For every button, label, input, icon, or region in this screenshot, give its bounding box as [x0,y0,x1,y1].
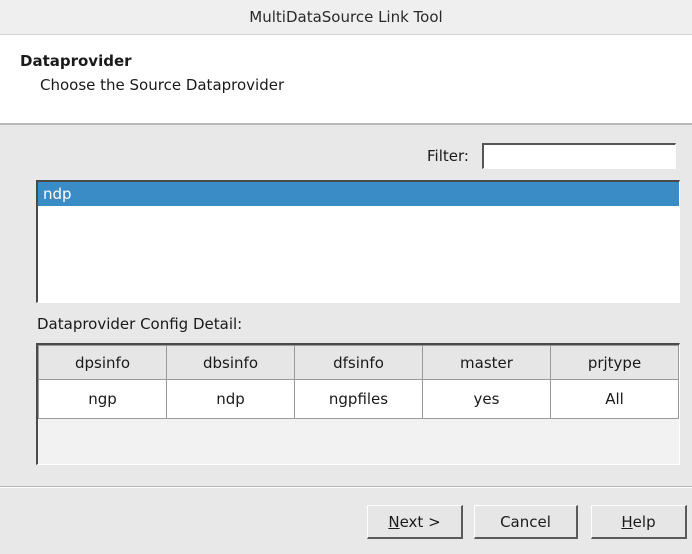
next-label: ext > [399,512,441,531]
page-title: Dataprovider [20,52,132,70]
config-detail-label: Dataprovider Config Detail: [37,315,243,333]
list-item-ndp[interactable]: ndp [38,182,679,206]
table-cell: yes [422,379,551,419]
column-header-dbsinfo[interactable]: dbsinfo [166,345,295,380]
table-cell: ngpfiles [294,379,423,419]
next-mnemonic: N [388,512,400,531]
config-detail-table: dpsinfo dbsinfo dfsinfo master prjtype n… [36,343,680,465]
column-header-prjtype[interactable]: prjtype [550,345,679,380]
filter-input[interactable] [482,143,676,169]
table-cell: ngp [38,379,167,419]
column-header-master[interactable]: master [422,345,551,380]
footer-divider [0,486,692,488]
column-header-dpsinfo[interactable]: dpsinfo [38,345,167,380]
column-header-dfsinfo[interactable]: dfsinfo [294,345,423,380]
wizard-header: Dataprovider Choose the Source Dataprovi… [0,35,692,125]
next-button[interactable]: Next > [367,505,463,539]
window-titlebar: MultiDataSource Link Tool [0,0,692,35]
help-button[interactable]: Help [591,505,687,539]
table-cell: All [550,379,679,419]
table-row[interactable]: ngp ndp ngpfiles yes All [38,379,679,419]
filter-label: Filter: [427,147,469,165]
cancel-button[interactable]: Cancel [474,505,578,539]
table-header-row: dpsinfo dbsinfo dfsinfo master prjtype [38,345,679,380]
help-label: elp [632,512,656,531]
page-subtitle: Choose the Source Dataprovider [40,76,285,94]
window-title: MultiDataSource Link Tool [249,8,443,26]
help-mnemonic: H [621,512,633,531]
dataprovider-list[interactable]: ndp [36,180,680,303]
table-cell: ndp [166,379,295,419]
cancel-label: Cancel [500,512,551,531]
